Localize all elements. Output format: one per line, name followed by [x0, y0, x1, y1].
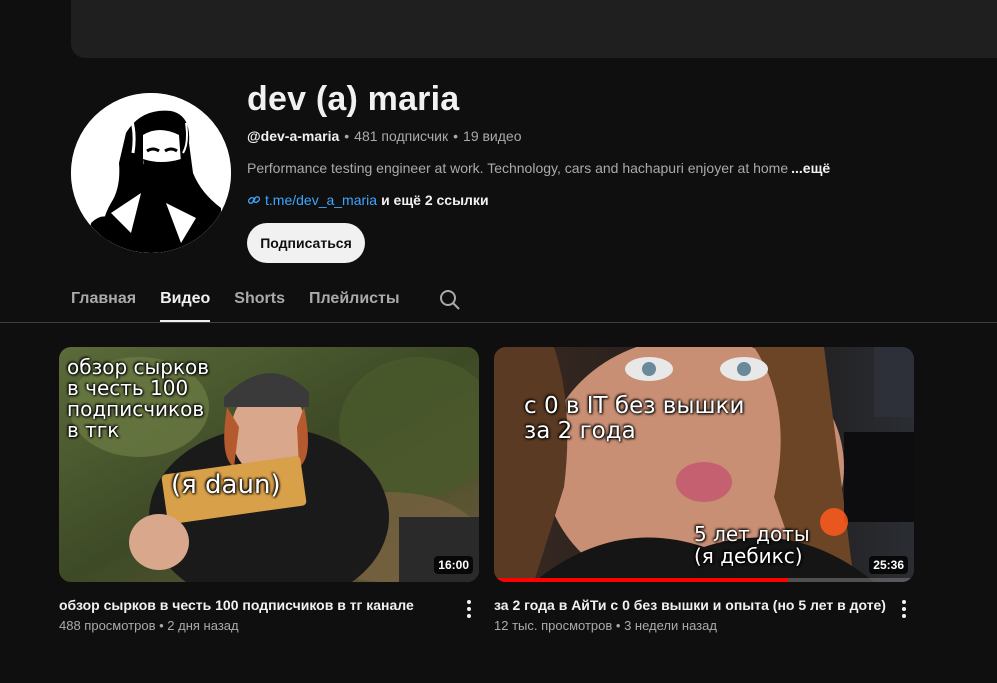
channel-avatar[interactable] [71, 93, 231, 253]
channel-tabs: Главная Видео Shorts Плейлисты [71, 278, 462, 322]
link-icon [247, 196, 261, 204]
video-thumbnail[interactable]: с 0 в IT без вышки за 2 года 5 лет доты … [494, 347, 914, 582]
video-thumbnail[interactable]: обзор сырков в честь 100 подписчиков в т… [59, 347, 479, 582]
tab-shorts[interactable]: Shorts [234, 278, 285, 322]
search-icon[interactable] [438, 288, 462, 312]
upload-age: 3 недели назад [624, 618, 717, 633]
more-links-button[interactable]: и ещё 2 ссылки [381, 192, 488, 208]
video-title[interactable]: за 2 года в АйТи с 0 без вышки и опыта (… [494, 594, 889, 616]
thumbnail-overlay-text: с 0 в IT без вышки за 2 года [524, 393, 745, 444]
description-more-button[interactable]: ...ещё [791, 160, 830, 176]
tab-videos[interactable]: Видео [160, 278, 211, 322]
subscriber-count: 481 подписчик [354, 128, 449, 144]
video-duration: 16:00 [434, 556, 473, 574]
channel-description[interactable]: Performance testing engineer at work. Te… [247, 160, 830, 176]
description-text: Performance testing engineer at work. Te… [247, 160, 789, 176]
tab-home[interactable]: Главная [71, 278, 136, 322]
tabs-divider [0, 322, 997, 323]
thumbnail-caption: 5 лет доты (я дебикс) [694, 522, 810, 568]
video-card[interactable]: с 0 в IT без вышки за 2 года 5 лет доты … [494, 347, 914, 633]
video-meta: 488 просмотров • 2 дня назад [59, 618, 239, 633]
video-title[interactable]: обзор сырков в честь 100 подписчиков в т… [59, 594, 454, 616]
thumbnail-overlay-text: обзор сырков в честь 100 подписчиков в т… [67, 355, 210, 442]
channel-links: t.me/dev_a_maria и ещё 2 ссылки [247, 192, 489, 208]
view-count: 12 тыс. просмотров [494, 618, 613, 633]
telegram-link[interactable]: t.me/dev_a_maria [265, 192, 377, 208]
tab-playlists[interactable]: Плейлисты [309, 278, 400, 322]
watch-progress-bar [494, 578, 914, 582]
avatar-illustration [71, 93, 231, 253]
thumbnail-caption: (я daun) [171, 470, 281, 500]
more-vert-icon[interactable] [459, 597, 479, 621]
upload-age: 2 дня назад [167, 618, 239, 633]
channel-title: dev (a) maria [247, 80, 460, 118]
video-count: 19 видео [463, 128, 522, 144]
video-card[interactable]: обзор сырков в честь 100 подписчиков в т… [59, 347, 479, 633]
video-meta: 12 тыс. просмотров • 3 недели назад [494, 618, 717, 633]
channel-handle[interactable]: @dev-a-maria [247, 128, 339, 144]
subscribe-button[interactable]: Подписаться [247, 223, 365, 263]
channel-meta: @dev-a-maria • 481 подписчик • 19 видео [247, 128, 522, 144]
video-duration: 25:36 [869, 556, 908, 574]
more-vert-icon[interactable] [894, 597, 914, 621]
channel-banner [71, 0, 997, 58]
view-count: 488 просмотров [59, 618, 156, 633]
